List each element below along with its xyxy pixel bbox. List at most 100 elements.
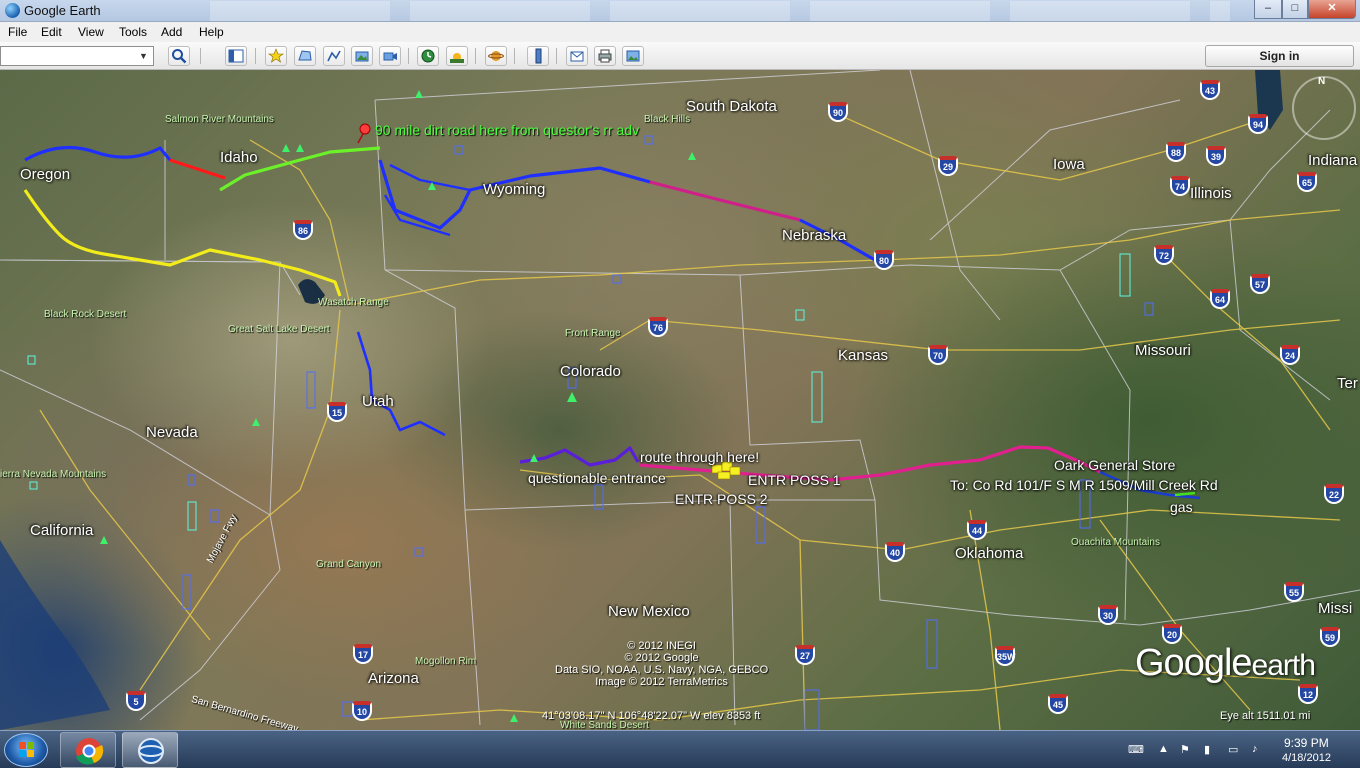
add-path-button[interactable] — [323, 46, 345, 66]
feature-label[interactable]: Wasatch Range — [318, 297, 389, 308]
interstate-shield-icon: 74 — [1170, 176, 1190, 196]
interstate-shield-icon: 59 — [1320, 627, 1340, 647]
sidebar-toggle-button[interactable] — [225, 46, 247, 66]
state-label[interactable]: Kansas — [838, 347, 888, 364]
email-button[interactable] — [566, 46, 588, 66]
interstate-shield-icon: 90 — [828, 102, 848, 122]
close-button[interactable]: ✕ — [1308, 0, 1356, 19]
save-image-icon — [626, 50, 640, 62]
state-label[interactable]: Illinois — [1190, 185, 1232, 202]
feature-label[interactable]: Great Salt Lake Desert — [228, 324, 330, 335]
add-placemark-button[interactable] — [265, 46, 287, 66]
minimize-button[interactable]: – — [1254, 0, 1282, 19]
search-dropdown-arrow[interactable]: ▼ — [139, 51, 148, 61]
ruler-icon — [535, 48, 542, 64]
feature-label[interactable]: ierra Nevada Mountains — [0, 469, 106, 480]
navigation-compass[interactable]: N — [1292, 76, 1356, 140]
state-label[interactable]: Ter — [1337, 375, 1358, 392]
sign-in-button[interactable]: Sign in — [1205, 45, 1354, 67]
state-label[interactable]: Oklahoma — [955, 545, 1023, 562]
state-borders — [0, 70, 1360, 726]
placemark-label[interactable]: route through here! — [640, 449, 759, 465]
taskbar-chrome[interactable] — [60, 732, 116, 768]
toolbar-separator — [200, 48, 201, 64]
state-label[interactable]: California — [30, 522, 93, 539]
feature-label[interactable]: Mogollon Rim — [415, 656, 476, 667]
maximize-button[interactable]: □ — [1282, 0, 1308, 19]
menu-help[interactable]: Help — [199, 25, 224, 39]
placemark-label[interactable]: Oark General Store — [1054, 457, 1175, 473]
print-button[interactable] — [594, 46, 616, 66]
menu-add[interactable]: Add — [161, 25, 182, 39]
save-image-button[interactable] — [622, 46, 644, 66]
state-label[interactable]: Oregon — [20, 166, 70, 183]
search-input[interactable] — [0, 46, 154, 66]
imagery-credits: © 2012 INEGI © 2012 Google Data SIO, NOA… — [555, 640, 768, 688]
credit-line: © 2012 INEGI — [627, 640, 696, 652]
placemark-label[interactable]: ENTR POSS 2 — [675, 491, 768, 507]
feature-label[interactable]: Black Hills — [644, 114, 690, 125]
start-button[interactable] — [4, 733, 48, 767]
pacific-ocean — [0, 540, 110, 730]
keyboard-icon[interactable]: ⌨ — [1128, 743, 1144, 756]
placemark-label[interactable]: questionable entrance — [528, 470, 666, 486]
toolbar-separator — [408, 48, 409, 64]
network-signal-icon[interactable]: ▮ — [1204, 743, 1216, 756]
interstate-shield-icon: 30 — [1098, 605, 1118, 625]
sunlight-button[interactable] — [446, 46, 468, 66]
interstate-shield-icon: 43 — [1200, 80, 1220, 100]
credit-line: Data SIO, NOAA, U.S. Navy, NGA, GEBCO — [555, 664, 769, 676]
toolbar-separator — [255, 48, 256, 64]
state-label[interactable]: Idaho — [220, 149, 258, 166]
highways — [39, 109, 1341, 730]
planets-button[interactable] — [485, 46, 507, 66]
state-label[interactable]: Missouri — [1135, 342, 1191, 359]
clock-time[interactable]: 9:39 PM — [1284, 736, 1329, 750]
tray-expand-icon[interactable]: ▲ — [1158, 743, 1170, 755]
state-label[interactable]: Nevada — [146, 424, 198, 441]
feature-label[interactable]: Salmon River Mountains — [165, 114, 274, 125]
feature-label[interactable]: Front Range — [565, 328, 621, 339]
image-overlay-button[interactable] — [351, 46, 373, 66]
placemark-label[interactable]: gas — [1170, 499, 1193, 515]
action-center-flag-icon[interactable]: ⚑ — [1180, 743, 1192, 756]
feature-label[interactable]: Ouachita Mountains — [1071, 537, 1160, 548]
toolbar-separator — [556, 48, 557, 64]
menu-tools[interactable]: Tools — [119, 25, 147, 39]
state-label[interactable]: Colorado — [560, 363, 621, 380]
placemark-label[interactable]: To: Co Rd 101/F S M R 1509/Mill Creek Rd — [950, 477, 1218, 493]
ruler-button[interactable] — [527, 46, 549, 66]
menu-view[interactable]: View — [78, 25, 104, 39]
placemark-label[interactable]: 90 mile dirt road here from questor's rr… — [375, 122, 639, 138]
state-label[interactable]: South Dakota — [686, 98, 777, 115]
state-label[interactable]: Arizona — [368, 670, 419, 687]
clock-date[interactable]: 4/18/2012 — [1282, 752, 1331, 764]
interstate-shield-icon: 39 — [1206, 146, 1226, 166]
taskbar-google-earth[interactable] — [122, 732, 178, 768]
search-button[interactable] — [168, 46, 190, 66]
menu-edit[interactable]: Edit — [41, 25, 62, 39]
state-label[interactable]: Indiana — [1308, 152, 1357, 169]
state-label[interactable]: Nebraska — [782, 227, 846, 244]
feature-label[interactable]: Black Rock Desert — [44, 309, 126, 320]
interstate-shield-icon: 10 — [352, 701, 372, 721]
historical-imagery-button[interactable] — [417, 46, 439, 66]
volume-icon[interactable]: ♪ — [1252, 743, 1264, 755]
state-label[interactable]: Iowa — [1053, 156, 1085, 173]
state-label[interactable]: Utah — [362, 393, 394, 410]
placemark-label[interactable]: ENTR POSS 1 — [748, 472, 841, 488]
add-polygon-button[interactable] — [294, 46, 316, 66]
windows-logo-icon — [19, 742, 34, 757]
eye-altitude: Eye alt 1511.01 mi — [1220, 710, 1311, 722]
state-label[interactable]: New Mexico — [608, 603, 690, 620]
state-label[interactable]: Wyoming — [483, 181, 545, 198]
record-tour-button[interactable] — [379, 46, 401, 66]
battery-icon[interactable]: ▭ — [1228, 743, 1240, 756]
state-label[interactable]: Missi — [1318, 600, 1352, 617]
feature-label[interactable]: Grand Canyon — [316, 559, 381, 570]
map-view[interactable]: Oregon Idaho Wyoming South Dakota Nebraska Io… — [0, 70, 1360, 730]
menu-file[interactable]: File — [8, 25, 27, 39]
interstate-shield-icon: 80 — [874, 250, 894, 270]
google-earth-icon — [138, 738, 164, 764]
google-earth-app-icon — [5, 3, 20, 18]
